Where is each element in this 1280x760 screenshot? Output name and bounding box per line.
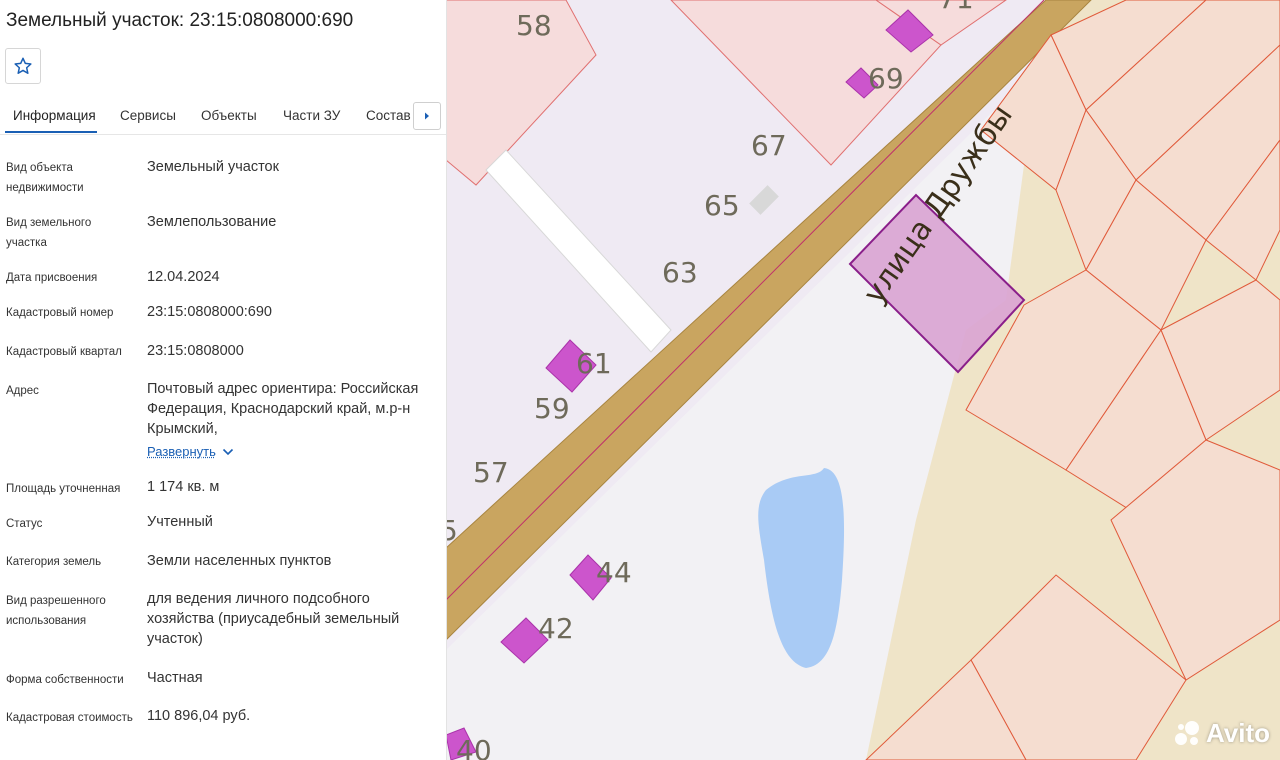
house-number-63: 63 — [662, 256, 698, 289]
house-number-57: 57 — [473, 456, 509, 489]
label-status: Статус — [6, 518, 43, 530]
value-address: Почтовый адрес ориентира: Российская Фед… — [147, 381, 419, 437]
house-number-59: 59 — [534, 392, 570, 425]
label-object-type: Вид объекта недвижимости — [6, 162, 84, 194]
value-land-category: Земли населенных пунктов — [147, 553, 332, 569]
tab-information[interactable]: Информация — [5, 98, 97, 133]
value-cadastral-number: 23:15:0808000:690 — [147, 304, 272, 320]
chevron-right-icon — [425, 112, 429, 120]
value-parcel-type: Землепользование — [147, 214, 277, 230]
house-number-58: 58 — [516, 9, 552, 42]
house-number-61: 61 — [576, 347, 612, 380]
value-ownership: Частная — [147, 670, 203, 686]
value-status: Учтенный — [147, 514, 213, 530]
house-number-40: 40 — [456, 734, 492, 760]
star-icon — [14, 57, 32, 74]
tab-services[interactable]: Сервисы — [120, 98, 176, 133]
panel-title: Земельный участок: 23:15:0808000:690 — [6, 10, 354, 31]
house-number-44: 44 — [596, 556, 632, 589]
tab-bar: Информация Сервисы Объекты Части ЗУ Сост… — [0, 98, 446, 135]
info-panel: Земельный участок: 23:15:0808000:690 Инф… — [0, 0, 447, 760]
tab-composition[interactable]: Состав — [366, 98, 411, 133]
tab-parts[interactable]: Части ЗУ — [283, 98, 340, 133]
tab-objects[interactable]: Объекты — [201, 98, 257, 133]
label-cadastral-value: Кадастровая стоимость — [6, 712, 133, 724]
label-area: Площадь уточненная — [6, 483, 121, 495]
label-assigned-date: Дата присвоения — [6, 272, 98, 284]
label-cadastral-number: Кадастровый номер — [6, 307, 114, 319]
tabs-next-button[interactable] — [413, 102, 441, 130]
value-permitted-use: для ведения личного подсобного хозяйства… — [147, 591, 400, 647]
avito-logo-icon — [1175, 720, 1199, 745]
label-land-category: Категория земель — [6, 556, 102, 568]
watermark: Avito — [1172, 718, 1270, 749]
expand-label: Развернуть — [147, 444, 216, 459]
label-permitted-use: Вид разрешенного использования — [6, 595, 106, 627]
house-number-5: 5 — [446, 514, 458, 547]
expand-address-link[interactable]: Развернуть — [147, 444, 234, 459]
house-number-69: 69 — [868, 62, 904, 95]
value-cadastral-value: 110 896,04 руб. — [147, 708, 251, 724]
label-address: Адрес — [6, 385, 39, 397]
house-number-42: 42 — [538, 612, 574, 645]
house-number-67: 67 — [751, 129, 787, 162]
house-number-65: 65 — [704, 189, 740, 222]
favorite-button[interactable] — [5, 48, 41, 84]
map-canvas[interactable]: 58 71 69 67 65 63 61 59 57 44 42 40 5 ул… — [446, 0, 1280, 760]
watermark-text: Avito — [1206, 718, 1271, 748]
label-parcel-type: Вид земельного участка — [6, 217, 92, 249]
value-assigned-date: 12.04.2024 — [147, 269, 220, 285]
value-cadastral-quarter: 23:15:0808000 — [147, 343, 244, 359]
cadastral-map[interactable]: 58 71 69 67 65 63 61 59 57 44 42 40 5 ул… — [446, 0, 1280, 760]
chevron-down-icon — [222, 448, 233, 455]
house-number-71: 71 — [938, 0, 974, 15]
label-cadastral-quarter: Кадастровый квартал — [6, 346, 122, 358]
value-object-type: Земельный участок — [147, 159, 279, 175]
value-area: 1 174 кв. м — [147, 479, 220, 495]
label-ownership: Форма собственности — [6, 674, 124, 686]
